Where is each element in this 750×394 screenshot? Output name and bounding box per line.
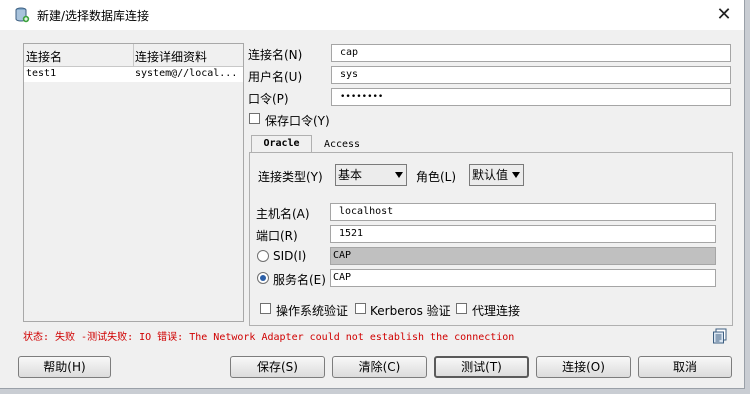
connection-list[interactable]: 连接名 连接详细资料 test1 system@//local... bbox=[23, 43, 244, 322]
service-label: 服务名(E) bbox=[273, 273, 326, 287]
column-divider[interactable] bbox=[133, 44, 134, 66]
sid-input[interactable]: CAP bbox=[330, 247, 716, 265]
row-name: test1 bbox=[26, 68, 57, 79]
service-radio[interactable] bbox=[257, 272, 269, 284]
service-input[interactable]: CAP bbox=[330, 269, 716, 287]
conn-name-input[interactable]: cap bbox=[331, 44, 731, 62]
host-input[interactable]: localhost bbox=[330, 203, 716, 221]
password-label: 口令(P) bbox=[248, 92, 289, 106]
conn-type-value: 基本 bbox=[338, 168, 363, 182]
save-password-checkbox[interactable] bbox=[249, 113, 260, 124]
clear-button[interactable]: 清除(C) bbox=[332, 356, 427, 378]
port-input[interactable]: 1521 bbox=[330, 225, 716, 243]
row-details: system@//local... bbox=[135, 68, 238, 79]
title-bar: 新建/选择数据库连接 ✕ bbox=[0, 0, 744, 30]
dialog-title: 新建/选择数据库连接 bbox=[37, 9, 150, 23]
port-label: 端口(R) bbox=[256, 229, 298, 243]
save-password-label: 保存口令(Y) bbox=[265, 114, 330, 128]
cancel-button[interactable]: 取消 bbox=[638, 356, 732, 378]
user-input[interactable]: sys bbox=[331, 66, 731, 84]
role-label: 角色(L) bbox=[416, 170, 457, 184]
close-button[interactable]: ✕ bbox=[712, 3, 736, 27]
table-row[interactable]: test1 system@//local... bbox=[24, 67, 243, 82]
help-button[interactable]: 帮助(H) bbox=[18, 356, 111, 378]
column-header-details[interactable]: 连接详细资料 bbox=[135, 48, 207, 65]
conn-name-label: 连接名(N) bbox=[248, 48, 303, 62]
connection-list-header: 连接名 连接详细资料 bbox=[24, 44, 243, 67]
chevron-down-icon bbox=[395, 172, 403, 178]
user-label: 用户名(U) bbox=[248, 70, 303, 84]
proxy-label: 代理连接 bbox=[472, 304, 521, 318]
oracle-panel: 连接类型(Y) 基本 角色(L) 默认值 主机名(A) localhost 端口… bbox=[249, 152, 733, 326]
os-auth-checkbox[interactable] bbox=[260, 303, 271, 314]
connect-button[interactable]: 连接(O) bbox=[536, 356, 631, 378]
kerberos-label: Kerberos 验证 bbox=[370, 304, 451, 318]
database-icon bbox=[15, 7, 30, 23]
sid-radio[interactable] bbox=[257, 250, 269, 262]
test-button[interactable]: 测试(T) bbox=[434, 356, 529, 378]
connection-dialog: 新建/选择数据库连接 ✕ 连接名 连接详细资料 test1 system@//l… bbox=[0, 0, 745, 389]
os-auth-label: 操作系统验证 bbox=[276, 304, 349, 318]
copy-icon[interactable] bbox=[712, 328, 728, 344]
close-icon: ✕ bbox=[716, 4, 732, 25]
chevron-down-icon bbox=[512, 172, 520, 178]
sid-label: SID(I) bbox=[273, 249, 307, 263]
column-header-name[interactable]: 连接名 bbox=[26, 48, 62, 65]
status-message: 状态: 失败 -测试失败: IO 错误: The Network Adapter… bbox=[23, 332, 515, 343]
conn-type-label: 连接类型(Y) bbox=[258, 170, 323, 184]
conn-type-select[interactable]: 基本 bbox=[335, 164, 407, 186]
proxy-checkbox[interactable] bbox=[456, 303, 467, 314]
host-label: 主机名(A) bbox=[256, 207, 310, 221]
role-value: 默认值 bbox=[472, 168, 509, 182]
password-input[interactable]: •••••••• bbox=[331, 88, 731, 106]
role-select[interactable]: 默认值 bbox=[469, 164, 524, 186]
save-button[interactable]: 保存(S) bbox=[230, 356, 325, 378]
kerberos-checkbox[interactable] bbox=[355, 303, 366, 314]
